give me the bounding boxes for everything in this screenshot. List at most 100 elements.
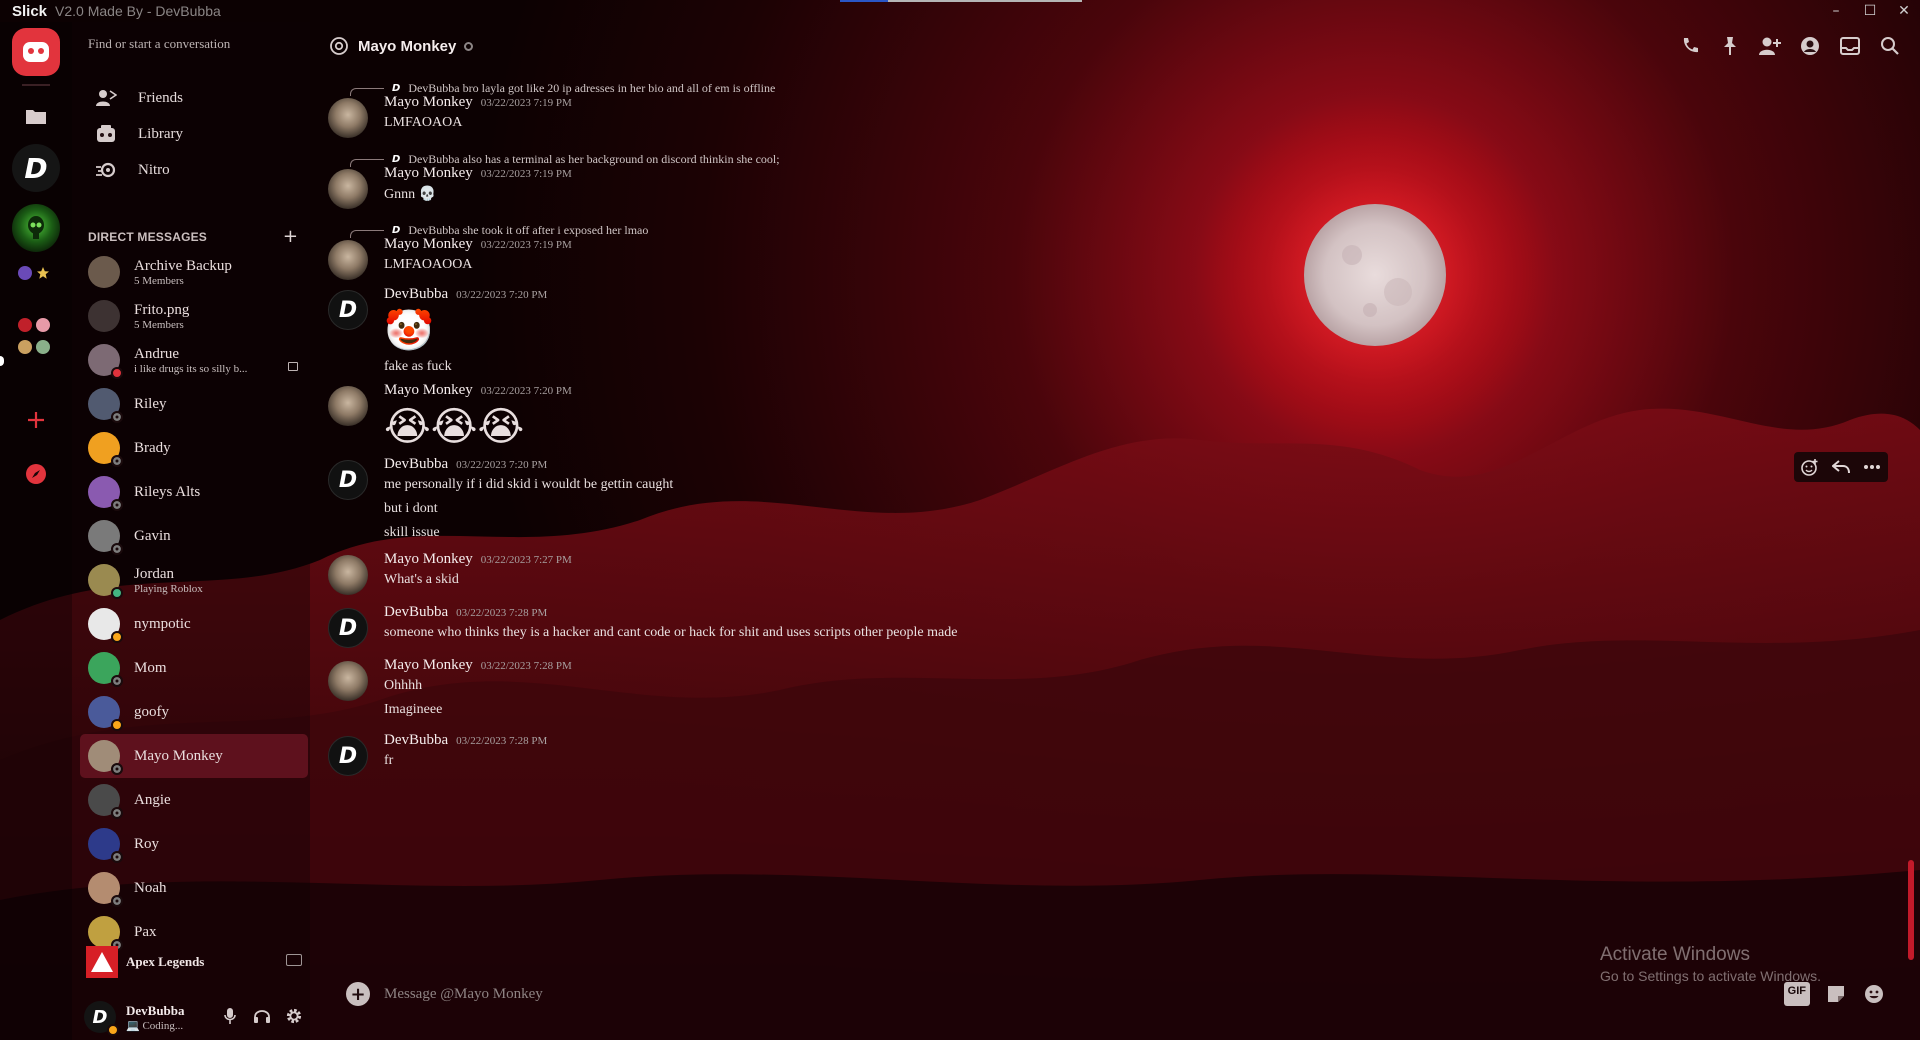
- avatar[interactable]: D: [328, 460, 368, 500]
- reply-spine: [350, 159, 384, 167]
- message-text: LMFAOAOA: [384, 115, 463, 130]
- avatar[interactable]: D: [328, 736, 368, 776]
- server-folder-group[interactable]: [18, 316, 54, 356]
- dm-item[interactable]: goofy: [80, 690, 308, 734]
- message-body: DevBubba 03/22/2023 7:28 PM fr: [384, 732, 547, 769]
- emoji-icon: [1865, 985, 1883, 1003]
- search-button[interactable]: [1878, 34, 1902, 58]
- avatar[interactable]: [328, 661, 368, 701]
- avatar[interactable]: [328, 386, 368, 426]
- phone-icon: [1683, 38, 1698, 53]
- message-header: Mayo Monkey 03/22/2023 7:19 PM: [384, 236, 572, 253]
- dm-item[interactable]: nympotic: [80, 602, 308, 646]
- message-author[interactable]: Mayo Monkey: [384, 657, 473, 674]
- avatar[interactable]: D: [84, 1001, 119, 1036]
- server-folder[interactable]: [12, 92, 60, 140]
- add-friends-button[interactable]: [1758, 34, 1782, 58]
- dm-item[interactable]: Roy: [80, 822, 308, 866]
- dm-text: Gavin: [134, 528, 171, 545]
- minimize-button[interactable]: –: [1828, 3, 1844, 19]
- explore-servers-button[interactable]: [12, 450, 60, 498]
- avatar[interactable]: [328, 169, 368, 209]
- dm-text: Noah: [134, 880, 167, 897]
- home-button[interactable]: [12, 28, 60, 76]
- server-green-skull[interactable]: [12, 204, 60, 252]
- dm-item[interactable]: Jordan Playing Roblox: [80, 558, 308, 602]
- dm-item[interactable]: Mom: [80, 646, 308, 690]
- avatar[interactable]: [328, 240, 368, 280]
- dm-text: Jordan Playing Roblox: [134, 566, 203, 595]
- voice-call-button[interactable]: [1678, 34, 1702, 58]
- server-devbubba[interactable]: D: [12, 144, 60, 192]
- message-author[interactable]: Mayo Monkey: [384, 165, 473, 182]
- inbox-button[interactable]: [1838, 34, 1862, 58]
- nav-library-label: Library: [138, 125, 183, 142]
- message-author[interactable]: Mayo Monkey: [384, 382, 473, 399]
- message-list: D DevBubba bro layla got like 20 ip adres…: [310, 70, 1870, 950]
- dm-item[interactable]: Rileys Alts: [80, 470, 308, 514]
- windows-activation-watermark: Activate Windows Go to Settings to activ…: [1600, 944, 1821, 984]
- user-profile-button[interactable]: [1798, 34, 1822, 58]
- dm-item[interactable]: Gavin: [80, 514, 308, 558]
- emoji-picker-button[interactable]: [1862, 982, 1886, 1006]
- avatar: [88, 432, 123, 467]
- attach-file-button[interactable]: +: [346, 982, 370, 1006]
- dm-item[interactable]: Angie: [80, 778, 308, 822]
- avatar[interactable]: [328, 555, 368, 595]
- dm-item[interactable]: Noah: [80, 866, 308, 910]
- mini-server-icon: [18, 340, 32, 354]
- message-author[interactable]: Mayo Monkey: [384, 236, 473, 253]
- activity-name: Apex Legends: [126, 954, 205, 969]
- sticker-icon: [1828, 986, 1844, 1002]
- message-author[interactable]: Mayo Monkey: [384, 94, 473, 111]
- dm-item[interactable]: Andrue i like drugs its so silly b...: [80, 338, 308, 382]
- nav-library[interactable]: Library: [80, 114, 304, 154]
- dm-item[interactable]: Riley: [80, 382, 308, 426]
- message-author[interactable]: DevBubba: [384, 456, 448, 473]
- message-body: DevBubba 03/22/2023 7:20 PM me personally …: [384, 456, 673, 541]
- watermark-title: Activate Windows: [1600, 944, 1750, 965]
- message-header: Mayo Monkey 03/22/2023 7:19 PM: [384, 94, 572, 111]
- dm-text: nympotic: [134, 616, 191, 633]
- message-header: DevBubba 03/22/2023 7:20 PM: [384, 456, 673, 473]
- add-server-button[interactable]: [12, 396, 60, 444]
- gif-picker-button[interactable]: GIF: [1783, 982, 1810, 1006]
- close-button[interactable]: ✕: [1896, 3, 1912, 19]
- status-indicator: [111, 587, 123, 599]
- screen-share-icon[interactable]: [286, 954, 302, 966]
- dm-item[interactable]: Archive Backup 5 Members: [80, 250, 308, 294]
- dm-name: Pax: [134, 923, 157, 940]
- avatar[interactable]: [328, 98, 368, 138]
- pinned-messages-button[interactable]: [1718, 34, 1742, 58]
- add-reaction-button[interactable]: [1799, 456, 1821, 478]
- headphones-button[interactable]: [252, 1006, 272, 1026]
- message-input[interactable]: [384, 985, 1664, 1003]
- more-options-button[interactable]: [1861, 456, 1883, 478]
- dm-item[interactable]: Frito.png 5 Members: [80, 294, 308, 338]
- dm-item[interactable]: Brady: [80, 426, 308, 470]
- message-author[interactable]: Mayo Monkey: [384, 551, 473, 568]
- maximize-button[interactable]: ☐: [1862, 3, 1878, 19]
- nav-friends[interactable]: Friends: [80, 78, 304, 118]
- sticker-button[interactable]: [1824, 982, 1848, 1006]
- conversation-search[interactable]: Find or start a conversation: [88, 36, 230, 52]
- dm-name: Brady: [134, 439, 171, 456]
- create-dm-button[interactable]: +: [283, 226, 298, 247]
- dm-item[interactable]: Mayo Monkey: [80, 734, 308, 778]
- message-scrollbar[interactable]: [1908, 860, 1914, 960]
- nav-nitro[interactable]: Nitro: [80, 150, 304, 190]
- microphone-button[interactable]: [220, 1006, 240, 1026]
- status-indicator: [111, 499, 123, 511]
- message-author[interactable]: DevBubba: [384, 732, 448, 749]
- message-author[interactable]: DevBubba: [384, 286, 448, 303]
- user-controls: [220, 1006, 304, 1026]
- server-cluster-small[interactable]: [18, 264, 56, 282]
- app-subtitle: V2.0 Made By - DevBubba: [55, 3, 221, 19]
- reply-button[interactable]: [1830, 456, 1852, 478]
- friends-icon: [94, 86, 118, 110]
- app-window: Slick V2.0 Made By - DevBubba – ☐ ✕ D Fi…: [0, 0, 1920, 1040]
- settings-button[interactable]: [284, 1006, 304, 1026]
- message-author[interactable]: DevBubba: [384, 604, 448, 621]
- avatar[interactable]: D: [328, 608, 368, 648]
- avatar[interactable]: D: [328, 290, 368, 330]
